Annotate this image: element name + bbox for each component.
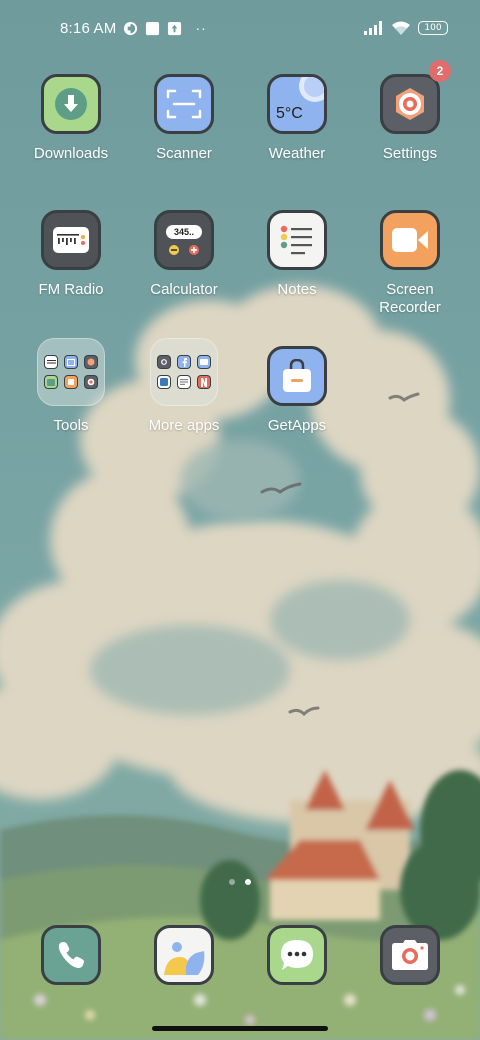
dock-messages[interactable] [267, 925, 327, 985]
video-camera-icon [392, 228, 428, 252]
more-notifications-dots: ·· [195, 20, 207, 36]
app-label: GetApps [267, 417, 327, 434]
screen-recorder-app-icon[interactable] [380, 210, 440, 270]
upload-notification-icon [167, 21, 182, 36]
mini-compass-icon [84, 355, 98, 369]
app-label: Downloads [33, 145, 109, 162]
folder-more-apps[interactable]: More apps [128, 338, 240, 435]
getapps-app-icon[interactable] [267, 346, 327, 406]
tools-folder-icon[interactable] [37, 338, 105, 406]
wifi-icon [391, 21, 411, 36]
battery-indicator: 100 [418, 21, 448, 35]
calculator-buttons-icon [169, 244, 199, 255]
scan-frame-icon [166, 89, 202, 119]
app-notes[interactable]: Notes [241, 210, 353, 299]
square-notification-icon [145, 21, 160, 36]
mini-facebook-icon [177, 355, 191, 369]
page-dot-1[interactable] [229, 879, 235, 885]
camera-app-icon[interactable] [380, 925, 440, 985]
weather-temperature: 5°C [276, 105, 303, 122]
more-apps-folder-icon[interactable] [150, 338, 218, 406]
mini-scanner-icon [64, 355, 78, 369]
mini-wps-icon [177, 375, 191, 389]
app-getapps[interactable]: GetApps [241, 346, 353, 435]
radio-icon [53, 227, 89, 253]
mini-netflix-icon [197, 375, 211, 389]
dock-camera[interactable] [380, 925, 440, 985]
fm-radio-app-icon[interactable] [41, 210, 101, 270]
app-settings[interactable]: 2 Settings [354, 60, 466, 163]
cellular-signal-icon [364, 21, 384, 35]
downloads-app-icon[interactable] [41, 74, 101, 134]
mini-cleaner-icon [84, 375, 98, 389]
scanner-app-icon[interactable] [154, 74, 214, 134]
app-label: Notes [277, 281, 317, 298]
shopping-bag-icon [283, 359, 311, 392]
folder-tools[interactable]: Tools [15, 338, 127, 435]
mini-agoda-icon [197, 355, 211, 369]
app-calculator[interactable]: 345.. Calculator [128, 210, 240, 299]
status-time: 8:16 AM [60, 19, 117, 37]
app-label: More apps [148, 417, 220, 434]
mini-file-manager-icon [44, 375, 58, 389]
app-screen-recorder[interactable]: Screen Recorder [354, 210, 466, 317]
app-label: Scanner [156, 145, 212, 162]
phone-app-icon[interactable] [41, 925, 101, 985]
dock-gallery[interactable] [154, 925, 214, 985]
app-label: Screen Recorder [379, 281, 441, 316]
phone-handset-icon [58, 942, 84, 968]
mini-amazon-icon [157, 355, 171, 369]
camera-icon [392, 940, 428, 970]
calculator-display: 345.. [166, 224, 202, 239]
chat-bubble-icon [281, 940, 313, 970]
app-scanner[interactable]: Scanner [128, 74, 240, 163]
app-label: Tools [53, 417, 89, 434]
gear-icon [396, 88, 424, 120]
page-indicator[interactable] [0, 879, 480, 885]
gesture-navigation-handle[interactable] [152, 1026, 328, 1031]
weather-app-icon[interactable]: 5°C [267, 74, 327, 134]
app-fm-radio[interactable]: FM Radio [15, 210, 127, 299]
app-label: FM Radio [38, 281, 104, 298]
status-bar: 8:16 AM ·· 100 [0, 0, 480, 56]
data-saver-icon [123, 21, 138, 36]
app-label: Settings [382, 145, 438, 162]
messages-app-icon[interactable] [267, 925, 327, 985]
mini-linkedin-icon [157, 375, 171, 389]
page-dot-2[interactable] [245, 879, 251, 885]
calculator-app-icon[interactable]: 345.. [154, 210, 214, 270]
dock-phone[interactable] [41, 925, 101, 985]
gallery-icon [164, 942, 205, 975]
app-label: Calculator [150, 281, 218, 298]
app-downloads[interactable]: Downloads [15, 74, 127, 163]
notes-app-icon[interactable] [267, 210, 327, 270]
download-arrow-icon [55, 88, 87, 120]
sun-icon [299, 77, 324, 102]
gallery-app-icon[interactable] [154, 925, 214, 985]
notification-badge: 2 [429, 60, 451, 82]
mini-radio-icon [44, 355, 58, 369]
app-weather[interactable]: 5°C Weather [241, 74, 353, 163]
mini-security-icon [64, 375, 78, 389]
app-label: Weather [268, 145, 326, 162]
checklist-icon [280, 225, 312, 255]
settings-app-icon[interactable]: 2 [380, 60, 451, 134]
